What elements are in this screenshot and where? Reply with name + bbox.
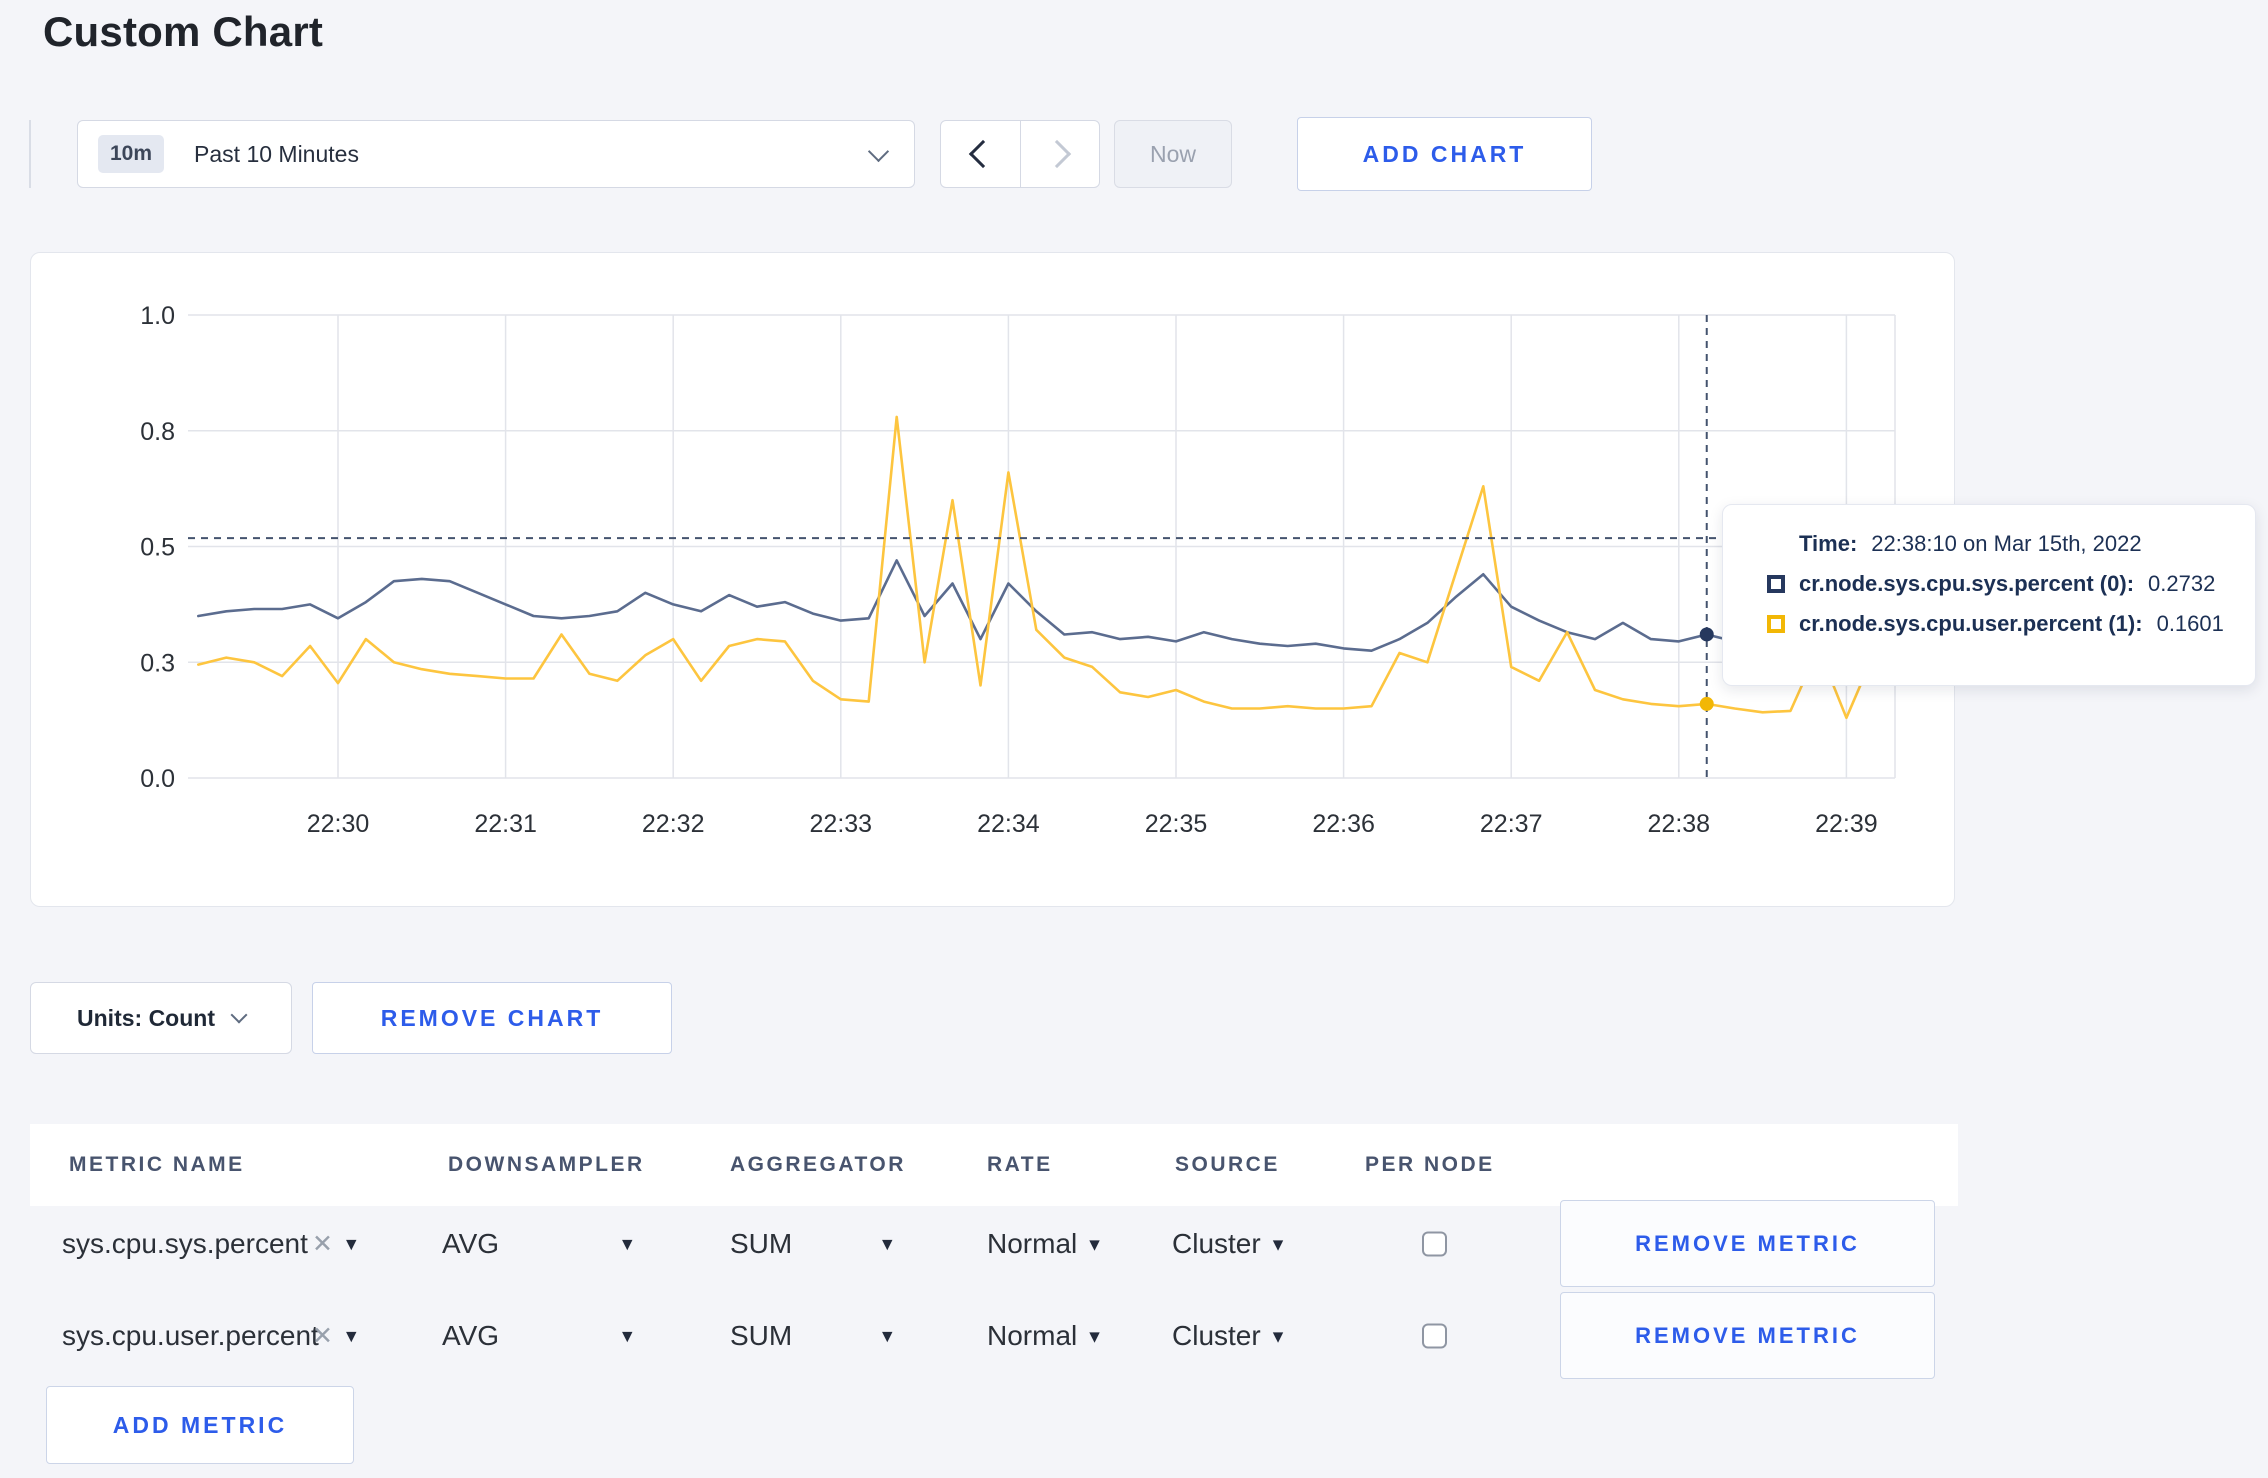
header-source: SOURCE [1175, 1153, 1280, 1176]
source-select[interactable]: Cluster ▾ [1172, 1320, 1283, 1352]
rate-value: Normal [987, 1320, 1078, 1351]
tooltip-series-value: 0.2732 [2148, 571, 2216, 596]
prev-range-button[interactable] [941, 121, 1020, 187]
tooltip-series-label: cr.node.sys.cpu.sys.percent (0): [1799, 571, 2135, 596]
rate-caret-icon: ▾ [1089, 1232, 1100, 1256]
metric-dropdown-caret-icon[interactable]: ▾ [346, 1324, 357, 1349]
per-node-checkbox[interactable] [1422, 1323, 1447, 1349]
header-rate: RATE [987, 1153, 1053, 1176]
sys-percent-legend-icon [1767, 575, 1785, 593]
metric-row: sys.cpu.user.percent ✕ ▾ AVG ▾ SUM ▾ Nor… [0, 1292, 2268, 1380]
header-metric-name: METRIC NAME [69, 1153, 245, 1176]
rate-select[interactable]: Normal ▾ [987, 1320, 1100, 1352]
source-caret-icon: ▾ [1272, 1324, 1284, 1348]
rate-caret-icon: ▾ [1089, 1324, 1100, 1348]
tooltip-series-row: cr.node.sys.cpu.sys.percent (0): 0.2732 [1767, 571, 2255, 597]
tooltip-time-value: 22:38:10 on Mar 15th, 2022 [1871, 531, 2142, 556]
units-label: Units: Count [77, 1004, 215, 1031]
add-metric-button[interactable]: ADD METRIC [46, 1386, 354, 1464]
rate-value: Normal [987, 1228, 1078, 1259]
remove-metric-button[interactable]: REMOVE METRIC [1560, 1200, 1935, 1287]
metric-dropdown-caret-icon[interactable]: ▾ [346, 1232, 357, 1257]
units-dropdown[interactable]: Units: Count [30, 982, 292, 1054]
downsampler-select[interactable]: AVG [442, 1228, 499, 1260]
chart-tooltip: Time: 22:38:10 on Mar 15th, 2022 cr.node… [1722, 504, 2256, 686]
toolbar-left-rule [29, 120, 31, 188]
downsampler-caret-icon[interactable]: ▾ [622, 1232, 633, 1257]
user-percent-legend-icon [1767, 615, 1785, 633]
per-node-checkbox[interactable] [1422, 1231, 1447, 1257]
chevron-right-icon [1042, 139, 1071, 169]
time-range-badge: 10m [98, 135, 165, 173]
tooltip-series-row: cr.node.sys.cpu.user.percent (1): 0.1601 [1767, 611, 2255, 637]
time-range-dropdown[interactable]: 10m Past 10 Minutes [77, 120, 915, 188]
source-value: Cluster [1172, 1228, 1261, 1259]
source-caret-icon: ▾ [1272, 1232, 1284, 1256]
metric-name-value[interactable]: sys.cpu.user.percent [62, 1320, 319, 1352]
tooltip-time-row: Time: 22:38:10 on Mar 15th, 2022 [1767, 531, 2255, 557]
remove-metric-button[interactable]: REMOVE METRIC [1560, 1292, 1935, 1379]
chart-card[interactable] [30, 252, 1955, 907]
clear-metric-icon[interactable]: ✕ [312, 1229, 333, 1259]
downsampler-select[interactable]: AVG [442, 1320, 499, 1352]
header-aggregator: AGGREGATOR [730, 1153, 906, 1176]
aggregator-caret-icon[interactable]: ▾ [882, 1232, 893, 1257]
downsampler-caret-icon[interactable]: ▾ [622, 1324, 633, 1349]
source-select[interactable]: Cluster ▾ [1172, 1228, 1283, 1260]
chevron-down-icon [230, 1006, 248, 1024]
chevron-down-icon [867, 140, 890, 162]
tooltip-series-label: cr.node.sys.cpu.user.percent (1): [1799, 611, 2143, 636]
page-title: Custom Chart [43, 8, 324, 55]
aggregator-caret-icon[interactable]: ▾ [882, 1324, 893, 1349]
now-button[interactable]: Now [1114, 120, 1232, 188]
remove-chart-button[interactable]: REMOVE CHART [312, 982, 672, 1054]
next-range-button[interactable] [1019, 121, 1100, 187]
source-value: Cluster [1172, 1320, 1261, 1351]
time-range-label: Past 10 Minutes [194, 140, 359, 167]
header-per-node: PER NODE [1365, 1153, 1495, 1176]
aggregator-select[interactable]: SUM [730, 1320, 792, 1352]
tooltip-series-value: 0.1601 [2156, 611, 2224, 636]
header-downsampler: DOWNSAMPLER [448, 1153, 645, 1176]
time-nav-group [940, 120, 1100, 188]
rate-select[interactable]: Normal ▾ [987, 1228, 1100, 1260]
metrics-table-header: METRIC NAME DOWNSAMPLER AGGREGATOR RATE … [30, 1124, 1958, 1206]
aggregator-select[interactable]: SUM [730, 1228, 792, 1260]
tooltip-time-label: Time: [1799, 531, 1858, 556]
clear-metric-icon[interactable]: ✕ [312, 1321, 333, 1351]
custom-chart-page: Custom Chart 10m Past 10 Minutes Now ADD… [0, 0, 2268, 1478]
metric-row: sys.cpu.sys.percent ✕ ▾ AVG ▾ SUM ▾ Norm… [0, 1200, 2268, 1288]
chevron-left-icon [969, 139, 998, 169]
metric-name-value[interactable]: sys.cpu.sys.percent [62, 1228, 308, 1260]
add-chart-button[interactable]: ADD CHART [1297, 117, 1592, 191]
